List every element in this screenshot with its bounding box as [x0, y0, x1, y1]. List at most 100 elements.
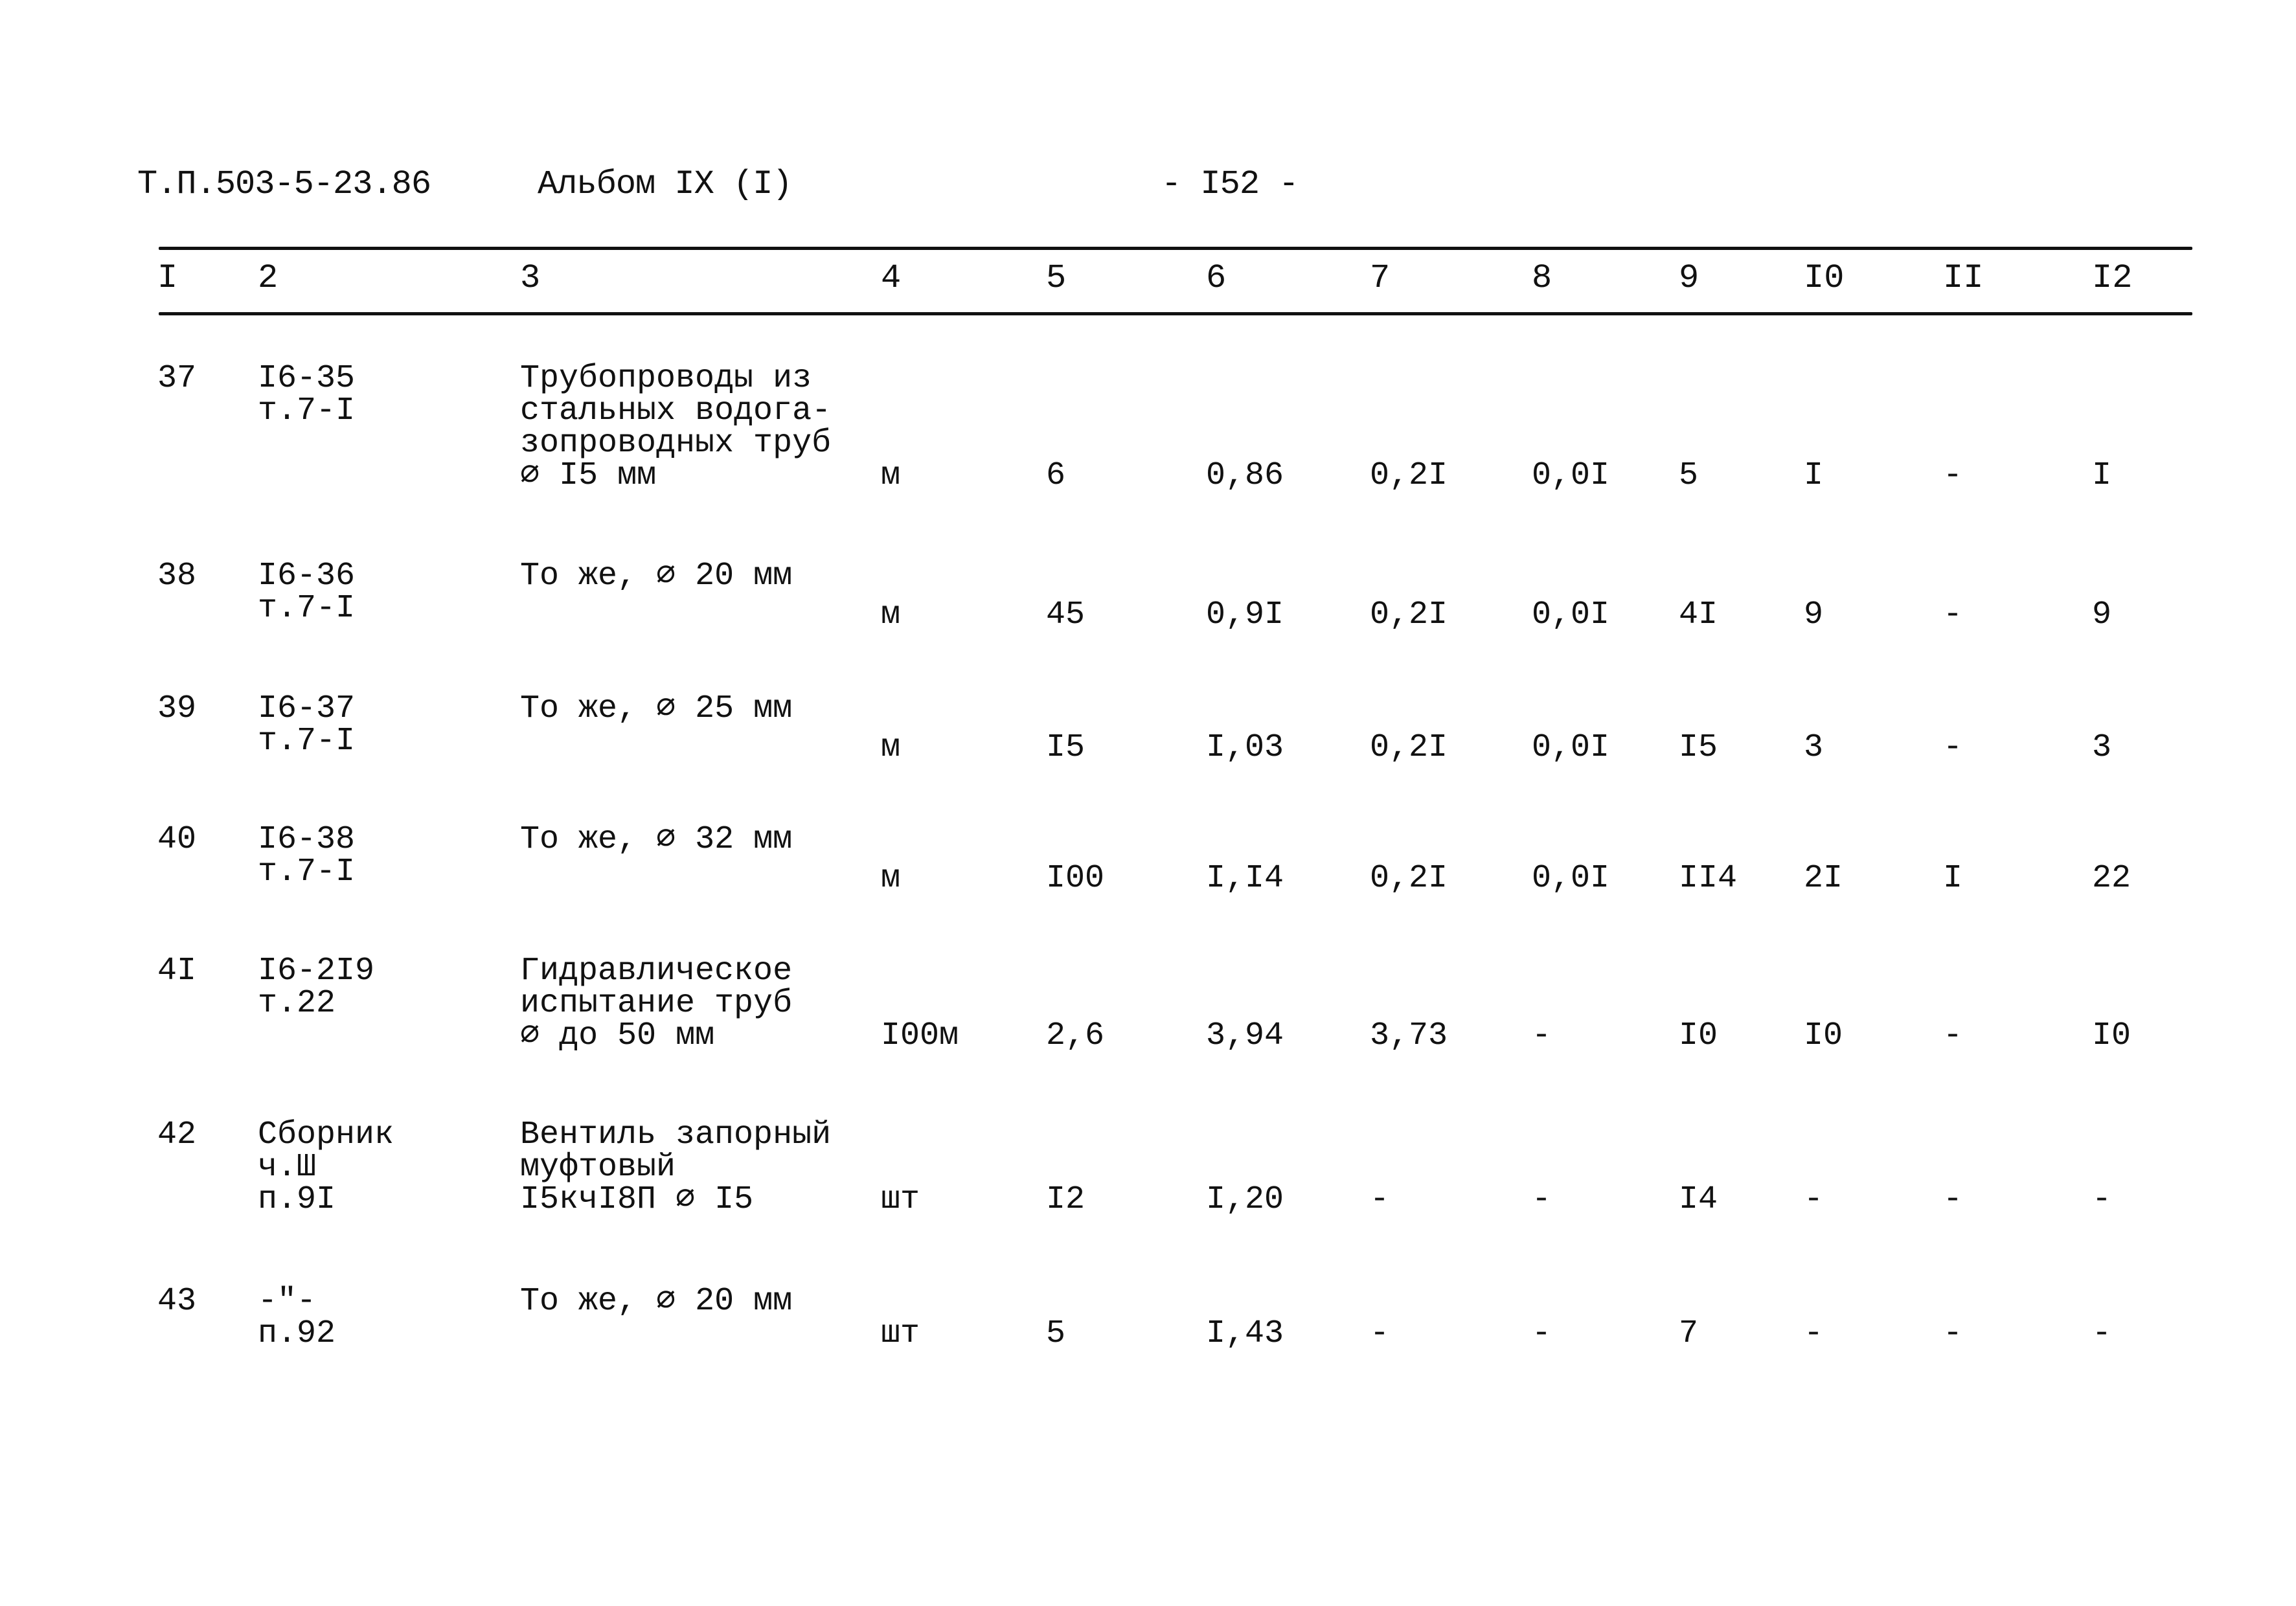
quantity: I2	[1046, 1181, 1085, 1218]
value-col-12: I	[2092, 457, 2112, 494]
column-header-11: II	[1943, 259, 1984, 297]
value-col-7: 0,2I	[1370, 596, 1448, 633]
value-col-9: II4	[1679, 860, 1738, 897]
value-col-9: I4	[1679, 1181, 1718, 1218]
value-col-7: -	[1370, 1181, 1390, 1218]
column-header-4: 4	[881, 259, 902, 297]
work-description-line: муфтовый	[520, 1149, 676, 1186]
norm-reference: I6-37 т.7-I	[258, 693, 355, 758]
row-number: 4I	[157, 953, 197, 990]
column-header-6: 6	[1206, 259, 1227, 297]
column-header-7: 7	[1370, 259, 1391, 297]
work-description: То же, ⌀ 32 мм	[520, 824, 792, 856]
work-description-line: ⌀ I5 мм	[520, 457, 657, 494]
value-col-7: -	[1370, 1315, 1390, 1352]
norm-reference-line: I6-38	[258, 821, 356, 858]
quantity: I00	[1046, 860, 1105, 897]
norm-reference-line: I6-36	[258, 558, 356, 594]
work-description: То же, ⌀ 20 мм	[520, 1285, 792, 1318]
value-col-7: 3,73	[1370, 1017, 1448, 1054]
work-description-line: стальных водога-	[520, 392, 832, 429]
value-col-8: -	[1532, 1017, 1552, 1054]
column-header-9: 9	[1679, 259, 1699, 297]
value-col-11: -	[1943, 457, 1963, 494]
value-col-12: 22	[2092, 860, 2131, 897]
norm-reference-line: т.7-I	[258, 392, 356, 429]
value-col-6: I,I4	[1206, 860, 1284, 897]
work-description-line: испытание труб	[520, 985, 793, 1022]
unit: шт	[881, 1315, 920, 1352]
norm-reference: Сборник ч.Ш п.9I	[258, 1119, 394, 1216]
norm-reference-line: п.9I	[258, 1181, 336, 1218]
value-col-8: -	[1532, 1181, 1552, 1218]
value-col-9: 7	[1679, 1315, 1699, 1352]
row-number: 43	[157, 1283, 197, 1320]
table-header-bottom-rule	[159, 312, 2192, 315]
value-col-8: 0,0I	[1532, 729, 1610, 766]
row-number: 37	[157, 360, 197, 397]
value-col-10: -	[1804, 1181, 1824, 1218]
quantity: 2,6	[1046, 1017, 1105, 1054]
norm-reference-line: т.7-I	[258, 590, 356, 627]
value-col-8: -	[1532, 1315, 1552, 1352]
work-description: То же, ⌀ 25 мм	[520, 693, 792, 725]
value-col-10: I0	[1804, 1017, 1843, 1054]
column-header-3: 3	[520, 259, 541, 297]
norm-reference-line: п.92	[258, 1315, 336, 1352]
column-header-5: 5	[1046, 259, 1067, 297]
unit: м	[881, 729, 901, 766]
work-description-line: То же, ⌀ 25 мм	[520, 690, 793, 727]
norm-reference-line: т.7-I	[258, 723, 356, 760]
column-header-12: I2	[2092, 259, 2133, 297]
value-col-11: -	[1943, 729, 1963, 766]
norm-reference-line: I6-2I9	[258, 953, 375, 990]
value-col-10: -	[1804, 1315, 1824, 1352]
norm-reference: I6-36 т.7-I	[258, 560, 355, 625]
value-col-12: -	[2092, 1181, 2112, 1218]
document-code: Т.П.503-5-23.86	[137, 165, 431, 203]
work-description-line: То же, ⌀ 20 мм	[520, 1283, 793, 1320]
quantity: 6	[1046, 457, 1066, 494]
norm-reference-line: -"-	[258, 1283, 317, 1320]
page-header: Т.П.503-5-23.86 Альбом IX (I) - I52 -	[0, 165, 2296, 217]
work-description-line: зопроводных труб	[520, 425, 832, 462]
column-header-1: I	[157, 259, 178, 297]
work-description-line: То же, ⌀ 32 мм	[520, 821, 793, 858]
norm-reference: I6-2I9 т.22	[258, 955, 374, 1020]
value-col-8: 0,0I	[1532, 596, 1610, 633]
value-col-12: I0	[2092, 1017, 2131, 1054]
value-col-10: 9	[1804, 596, 1824, 633]
value-col-6: I,20	[1206, 1181, 1284, 1218]
norm-reference-line: I6-37	[258, 690, 356, 727]
column-header-8: 8	[1532, 259, 1552, 297]
work-description-line: Вентиль запорный	[520, 1116, 832, 1153]
value-col-11: -	[1943, 596, 1963, 633]
album-title: Альбом IX (I)	[538, 165, 793, 203]
value-col-6: 3,94	[1206, 1017, 1284, 1054]
unit: шт	[881, 1181, 920, 1218]
norm-reference-line: т.7-I	[258, 854, 356, 890]
row-number: 39	[157, 690, 197, 727]
quantity: I5	[1046, 729, 1085, 766]
row-number: 40	[157, 821, 197, 858]
work-description: Трубопроводы из стальных водога-зопроводн…	[520, 363, 831, 492]
table-header-top-rule	[159, 247, 2192, 250]
work-description-line: Гидравлическое	[520, 953, 793, 990]
unit: м	[881, 457, 901, 494]
value-col-12: 9	[2092, 596, 2112, 633]
value-col-6: I,43	[1206, 1315, 1284, 1352]
norm-reference-line: ч.Ш	[258, 1149, 317, 1186]
value-col-10: 3	[1804, 729, 1824, 766]
page-number: - I52 -	[1161, 165, 1299, 203]
unit: I00м	[881, 1017, 959, 1054]
work-description-line: ⌀ до 50 мм	[520, 1017, 715, 1054]
value-col-6: 0,86	[1206, 457, 1284, 494]
unit: м	[881, 596, 901, 633]
work-description: Вентиль запорный муфтовый I5кчI8П ⌀ I5	[520, 1119, 831, 1216]
value-col-12: 3	[2092, 729, 2112, 766]
quantity: 5	[1046, 1315, 1066, 1352]
value-col-6: I,03	[1206, 729, 1284, 766]
norm-reference: I6-38 т.7-I	[258, 824, 355, 888]
work-description: То же, ⌀ 20 мм	[520, 560, 792, 593]
norm-reference-line: Сборник	[258, 1116, 394, 1153]
